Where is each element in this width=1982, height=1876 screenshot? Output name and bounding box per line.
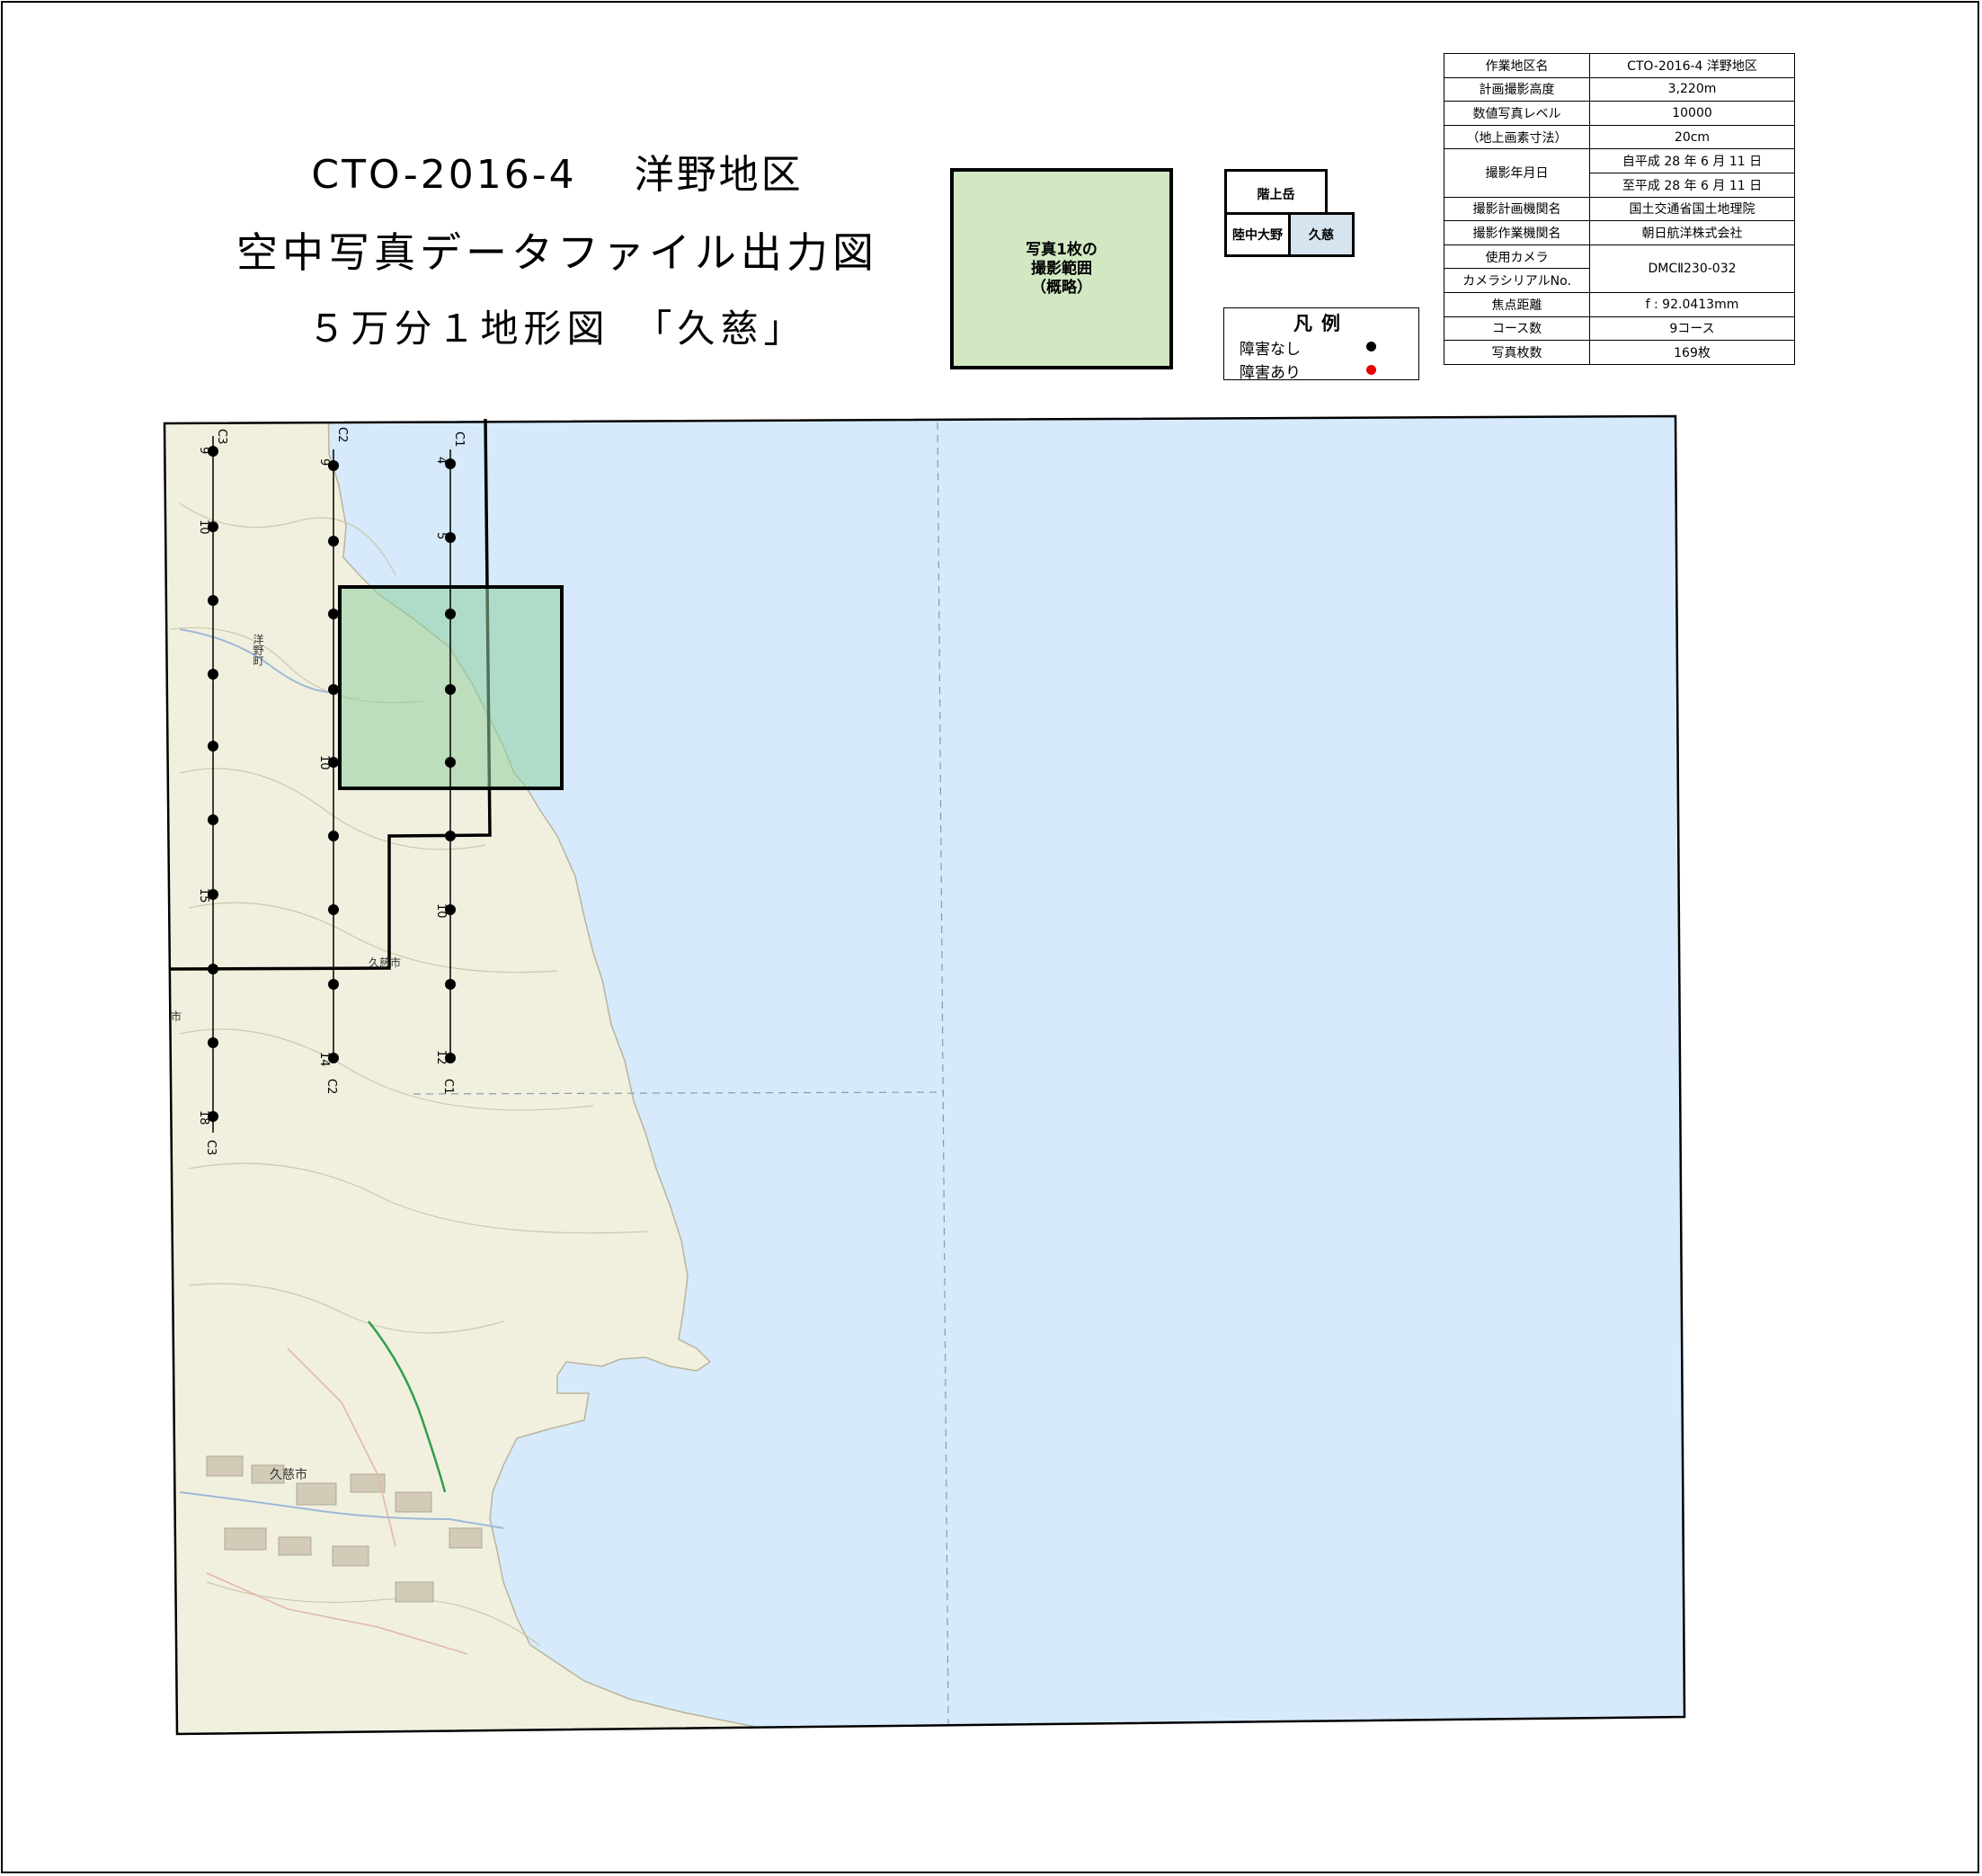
course-label-c1-top: C1 bbox=[452, 431, 466, 447]
photo-number-label: 14 bbox=[317, 1052, 331, 1067]
photo-number-label: 10 bbox=[197, 520, 210, 535]
course-label-c1-bottom: C1 bbox=[441, 1079, 455, 1094]
photo-center-point bbox=[328, 831, 339, 841]
place-label-kuji-city-border: 久慈市 bbox=[369, 956, 401, 969]
photo-number-label: 18 bbox=[197, 1110, 210, 1125]
photo-center-point bbox=[208, 595, 218, 606]
place-label-kuji-city: 久慈市 bbox=[270, 1467, 307, 1482]
photo-center-point bbox=[445, 831, 456, 841]
photo-center-point bbox=[328, 609, 339, 619]
photo-center-point bbox=[208, 1037, 218, 1048]
photo-center-point bbox=[328, 536, 339, 547]
course-label-c3-bottom: C3 bbox=[204, 1140, 218, 1155]
photo-center-point bbox=[328, 979, 339, 990]
photo-center-point bbox=[328, 904, 339, 915]
photo-center-point bbox=[208, 741, 218, 751]
course-label-c3-top: C3 bbox=[215, 429, 228, 444]
course-label-c2-top: C2 bbox=[335, 427, 349, 442]
photo-number-label: 12 bbox=[434, 1050, 448, 1065]
photo-number-label: 4 bbox=[434, 457, 448, 464]
photo-center-point bbox=[208, 814, 218, 825]
photo-center-point bbox=[445, 979, 456, 990]
place-label-hirono-town: 洋野町 bbox=[252, 633, 264, 666]
photo-center-point bbox=[208, 669, 218, 680]
photo-number-label: 15 bbox=[197, 888, 210, 903]
photo-number-label: 9 bbox=[197, 447, 210, 454]
photo-center-point bbox=[445, 757, 456, 768]
photo-center-point bbox=[328, 684, 339, 695]
photo-center-point bbox=[445, 684, 456, 695]
photo-number-label: 10 bbox=[434, 903, 448, 919]
photo-number-label: 9 bbox=[317, 458, 331, 466]
place-label-city: 市 bbox=[171, 1009, 182, 1023]
photo-number-label: 5 bbox=[434, 532, 448, 539]
photo-number-label: 10 bbox=[317, 755, 331, 770]
topographic-map: C1 C2 C3 C1 C2 C3 4 5 10 12 9 10 14 9 10… bbox=[163, 414, 1686, 1736]
photo-center-point bbox=[445, 609, 456, 619]
photo-center-point bbox=[208, 964, 218, 974]
course-label-c2-bottom: C2 bbox=[324, 1079, 338, 1094]
